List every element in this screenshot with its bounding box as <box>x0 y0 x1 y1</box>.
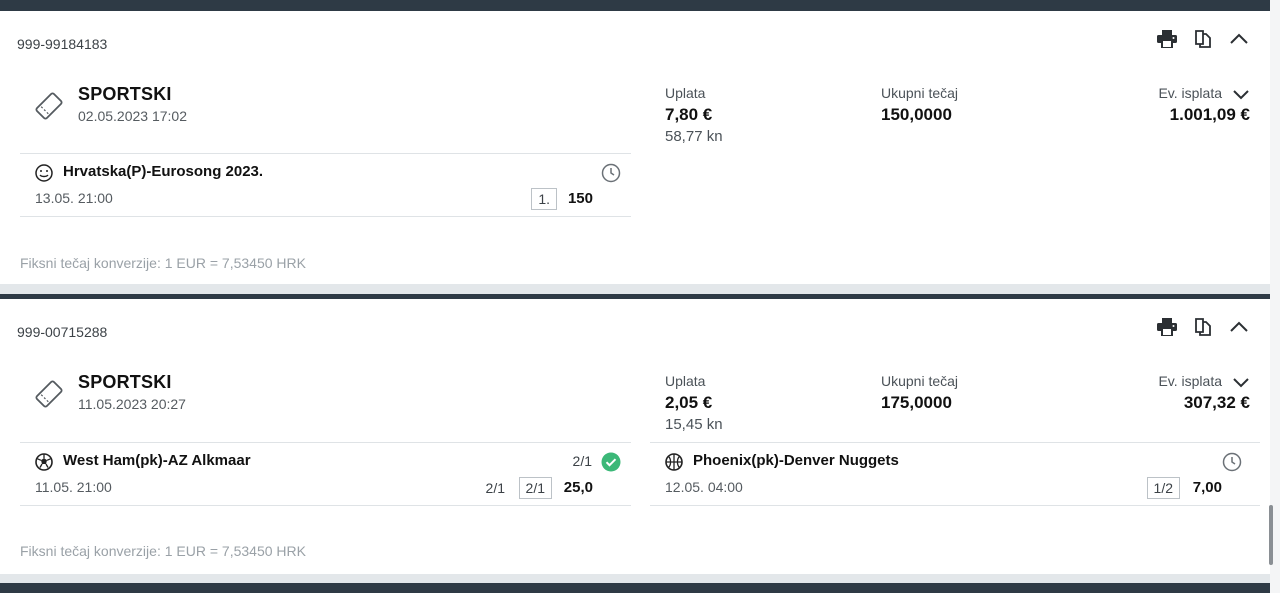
event-row: Phoenix(pk)-Denver Nuggets 12.05. 04:00 … <box>650 442 1260 506</box>
print-icon[interactable] <box>1156 316 1178 338</box>
event-row: West Ham(pk)-AZ Alkmaar 11.05. 21:00 2/1… <box>20 442 631 506</box>
stake-value: 7,80 € <box>665 105 713 124</box>
scrollbar-track[interactable] <box>1270 0 1280 593</box>
tip-badge: 2/1 <box>518 477 552 499</box>
ticket-id: 999-99184183 <box>17 36 108 52</box>
event-odd: 7,00 <box>1192 479 1222 496</box>
event-result: 2/1 <box>572 453 592 469</box>
ticket-date: 11.05.2023 20:27 <box>78 396 186 412</box>
check-circle-icon <box>601 452 621 472</box>
bottom-border <box>0 583 1280 593</box>
clock-icon <box>1222 452 1242 472</box>
ticket-type: SPORTSKI <box>78 84 172 104</box>
total-odds-value: 150,0000 <box>881 105 952 124</box>
ticket-date: 02.05.2023 17:02 <box>78 108 187 124</box>
stake-label: Uplata <box>665 85 706 101</box>
total-odds-label: Ukupni tečaj <box>881 85 959 101</box>
chevron-down-icon[interactable] <box>1232 373 1250 391</box>
total-odds-label: Ukupni tečaj <box>881 373 959 389</box>
payout-label: Ev. isplata <box>1158 85 1222 101</box>
event-date: 12.05. 04:00 <box>665 479 743 495</box>
print-icon[interactable] <box>1156 28 1178 50</box>
event-odd: 25,0 <box>563 479 593 496</box>
total-odds-value: 175,0000 <box>881 393 952 412</box>
soccer-ball-icon <box>35 453 53 471</box>
ticket-type: SPORTSKI <box>78 372 172 392</box>
event-date: 13.05. 21:00 <box>35 190 113 206</box>
event-odd: 150 <box>567 190 593 207</box>
basketball-icon <box>665 453 683 471</box>
chevron-down-icon[interactable] <box>1232 85 1250 103</box>
stake-label: Uplata <box>665 373 706 389</box>
clock-icon <box>601 163 621 183</box>
stake-kn: 15,45 kn <box>665 416 723 433</box>
payout-value: 307,32 € <box>1183 393 1250 412</box>
payout-label: Ev. isplata <box>1158 373 1222 389</box>
ticket-icon <box>32 89 66 123</box>
ticket-icon <box>32 377 66 411</box>
ticket-card: 999-00715288 SPORTSKI 11.05.2023 20:27 U… <box>0 294 1270 574</box>
event-name: Phoenix(pk)-Denver Nuggets <box>693 452 899 469</box>
tip-badge: 1. <box>531 188 557 210</box>
event-row: Hrvatska(P)-Eurosong 2023. 13.05. 21:00 … <box>20 153 631 217</box>
event-date: 11.05. 21:00 <box>35 479 112 495</box>
stake-kn: 58,77 kn <box>665 128 723 145</box>
conversion-note: Fiksni tečaj konverzije: 1 EUR = 7,53450… <box>20 255 306 271</box>
ticket-card: 999-99184183 SPORTSKI 02.05.2023 17:02 U… <box>0 6 1270 284</box>
ticket-actions <box>1156 316 1250 338</box>
stake-value: 2,05 € <box>665 393 713 412</box>
ticket-id: 999-00715288 <box>17 324 108 340</box>
event-name: West Ham(pk)-AZ Alkmaar <box>63 452 251 469</box>
chevron-up-icon[interactable] <box>1228 316 1250 338</box>
conversion-note: Fiksni tečaj konverzije: 1 EUR = 7,53450… <box>20 543 306 559</box>
event-result-plain: 2/1 <box>485 480 505 496</box>
payout-value: 1.001,09 € <box>1169 105 1250 124</box>
copy-icon[interactable] <box>1192 316 1214 338</box>
ticket-actions <box>1156 28 1250 50</box>
event-name: Hrvatska(P)-Eurosong 2023. <box>63 163 264 180</box>
tip-badge: 1/2 <box>1146 477 1180 499</box>
chevron-up-icon[interactable] <box>1228 28 1250 50</box>
scrollbar-thumb[interactable] <box>1269 505 1273 565</box>
copy-icon[interactable] <box>1192 28 1214 50</box>
smiley-icon <box>35 164 53 182</box>
